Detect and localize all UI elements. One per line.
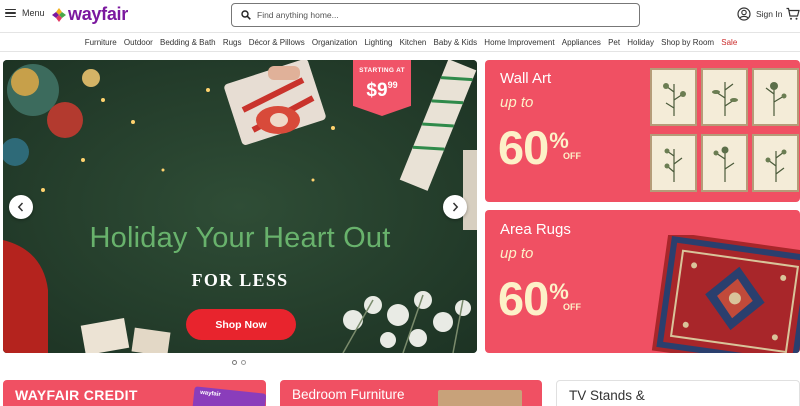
promo-card-area-rugs[interactable]: Area Rugs up to 60% OFF xyxy=(485,210,800,353)
credit-card-image: wayfair xyxy=(191,386,266,406)
bedroom-label: Bedroom Furniture xyxy=(292,387,405,402)
promo-upto: up to xyxy=(500,245,534,262)
promo-title: Area Rugs xyxy=(500,221,571,238)
promo-off: OFF xyxy=(563,151,581,161)
carousel-dot[interactable] xyxy=(241,360,246,365)
menu-label: Menu xyxy=(22,8,45,18)
wayfair-logo[interactable]: wayfair xyxy=(52,4,128,25)
hero-banner[interactable]: STARTING AT $999 Holiday Your Heart Out … xyxy=(3,60,477,353)
tv-stands-tile[interactable]: TV Stands & xyxy=(556,380,800,406)
furniture-image xyxy=(438,390,522,406)
site-header: Menu wayfair Sign In xyxy=(0,0,800,32)
shop-now-button[interactable]: Shop Now xyxy=(186,309,296,340)
search-bar[interactable] xyxy=(231,3,640,27)
price-tag-label: STARTING AT xyxy=(359,67,405,74)
area-rug-image xyxy=(651,235,800,353)
nav-item-appliances[interactable]: Appliances xyxy=(562,38,601,47)
nav-item-kitchen[interactable]: Kitchen xyxy=(400,38,427,47)
promo-percent: 60% xyxy=(498,121,569,174)
hero-title: Holiday Your Heart Out xyxy=(89,222,391,254)
menu-button[interactable]: Menu xyxy=(5,8,45,18)
nav-item-furniture[interactable]: Furniture xyxy=(85,38,117,47)
category-nav: Furniture Outdoor Bedding & Bath Rugs Dé… xyxy=(0,32,800,52)
nav-item-bedding-bath[interactable]: Bedding & Bath xyxy=(160,38,216,47)
promo-off: OFF xyxy=(563,302,581,312)
logo-text: wayfair xyxy=(68,4,128,24)
nav-item-shop-by-room[interactable]: Shop by Room xyxy=(661,38,714,47)
nav-item-decor-pillows[interactable]: Décor & Pillows xyxy=(249,38,305,47)
price-tag-value: $999 xyxy=(366,80,398,101)
credit-label: WAYFAIR CREDIT xyxy=(15,387,138,403)
chevron-right-icon xyxy=(452,202,459,212)
cart-icon[interactable] xyxy=(786,7,800,21)
nav-item-organization[interactable]: Organization xyxy=(312,38,357,47)
sign-in-button[interactable]: Sign In xyxy=(737,7,782,21)
chevron-left-icon xyxy=(17,202,24,212)
search-icon xyxy=(241,10,251,20)
account-icon xyxy=(737,7,751,21)
sign-in-label: Sign In xyxy=(756,9,783,19)
carousel-prev-button[interactable] xyxy=(9,195,33,219)
price-tag: STARTING AT $999 xyxy=(353,60,411,116)
nav-item-rugs[interactable]: Rugs xyxy=(223,38,242,47)
nav-item-lighting[interactable]: Lighting xyxy=(364,38,392,47)
nav-item-outdoor[interactable]: Outdoor xyxy=(124,38,153,47)
carousel-dots xyxy=(232,360,246,365)
hero-subtitle: FOR LESS xyxy=(191,270,289,290)
promo-title: Wall Art xyxy=(500,70,552,87)
nav-item-sale[interactable]: Sale xyxy=(721,38,737,47)
nav-item-pet[interactable]: Pet xyxy=(608,38,620,47)
nav-item-baby-kids[interactable]: Baby & Kids xyxy=(434,38,478,47)
bedroom-furniture-tile[interactable]: Bedroom Furniture xyxy=(280,380,542,406)
wayfair-credit-tile[interactable]: WAYFAIR CREDIT wayfair xyxy=(3,380,266,406)
promo-percent: 60% xyxy=(498,272,569,325)
carousel-next-button[interactable] xyxy=(443,195,467,219)
promo-upto: up to xyxy=(500,94,534,111)
search-input[interactable] xyxy=(257,10,617,20)
nav-item-holiday[interactable]: Holiday xyxy=(627,38,654,47)
promo-card-wall-art[interactable]: Wall Art up to 60% OFF xyxy=(485,60,800,202)
tv-stands-label: TV Stands & xyxy=(569,388,645,403)
hamburger-icon xyxy=(5,8,16,18)
logo-mark-icon xyxy=(52,7,66,22)
carousel-dot[interactable] xyxy=(232,360,237,365)
nav-item-home-improvement[interactable]: Home Improvement xyxy=(484,38,554,47)
